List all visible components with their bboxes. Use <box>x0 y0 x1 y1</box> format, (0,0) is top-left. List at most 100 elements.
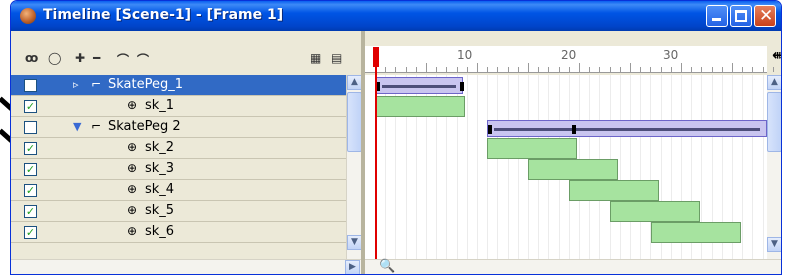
frame-grid-line <box>619 75 621 261</box>
ruler-tick <box>456 67 458 72</box>
pose-span[interactable] <box>528 159 618 180</box>
layer-checkbox[interactable] <box>24 121 37 134</box>
layer-label: sk_6 <box>145 224 175 239</box>
layer-row-sk-2[interactable]: ✓ ⊕ sk_2 <box>11 138 346 159</box>
playhead-line <box>375 65 377 261</box>
scroll-down-icon[interactable]: ▼ <box>347 235 362 250</box>
frames-hscrollbar[interactable] <box>365 259 781 274</box>
onion-skin-icon[interactable]: ꝏ <box>25 51 38 65</box>
pose-span[interactable] <box>651 222 741 243</box>
close-button[interactable]: ✕ <box>754 5 776 27</box>
armature-span[interactable] <box>375 77 464 94</box>
frame-grid-line <box>762 75 764 261</box>
ruler-tick <box>681 63 682 72</box>
layer-checkbox[interactable]: ✓ <box>24 184 37 197</box>
layer-label: sk_2 <box>145 140 175 155</box>
ruler-label: 10 <box>457 48 473 62</box>
bone-icon: ⊕ <box>127 224 138 238</box>
ruler-tick <box>426 63 427 72</box>
bone-settings-icon[interactable]: ▦ <box>310 51 321 65</box>
add-folder-icon[interactable]: ⌒ <box>137 51 149 68</box>
ruler-tick <box>640 67 642 72</box>
ruler-tick <box>650 67 652 72</box>
keyframe-marker <box>488 125 492 134</box>
add-guide-icon[interactable]: ⌒ <box>117 51 129 68</box>
layer-properties-icon[interactable]: ▤ <box>331 51 342 65</box>
pose-span[interactable] <box>375 96 465 117</box>
frame-grid-line <box>497 75 499 261</box>
scroll-thumb[interactable] <box>767 92 781 152</box>
frames-scrollbar[interactable]: ▲ ▼ <box>767 75 781 261</box>
maximize-button[interactable] <box>730 5 752 27</box>
ruler-tick <box>701 67 703 72</box>
ruler-tick <box>619 67 621 72</box>
frame-grid-line <box>630 75 631 261</box>
expand-icon[interactable]: ▹ <box>73 78 79 91</box>
playhead[interactable] <box>373 47 379 67</box>
outline-icon[interactable]: ◯ <box>48 51 61 65</box>
scroll-down-icon[interactable]: ▼ <box>767 237 781 252</box>
frame-grid[interactable] <box>365 75 767 261</box>
layer-row-sk-1[interactable]: ✓ ⊕ sk_1 <box>11 96 346 117</box>
ruler-tick <box>660 67 662 72</box>
layer-label: sk_4 <box>145 182 175 197</box>
ruler-tick <box>405 67 407 72</box>
ruler-tick <box>742 67 744 72</box>
scroll-thumb[interactable] <box>347 92 362 152</box>
ruler-tick <box>691 67 693 72</box>
ruler-tick <box>415 67 417 72</box>
layer-scrollbar[interactable]: ▲ ▼ <box>346 75 362 259</box>
ruler-tick <box>507 67 509 72</box>
bone-icon: ⊕ <box>127 140 138 154</box>
title-bar[interactable]: Timeline [Scene-1] - [Frame 1] ✕ <box>11 1 781 31</box>
scroll-right-icon[interactable]: ▶ <box>345 260 360 274</box>
scroll-up-icon[interactable]: ▲ <box>767 75 781 90</box>
layer-row-skatepeg-1[interactable]: ▹ ⌐ SkatePeg_1 <box>11 75 346 96</box>
layer-label: sk_1 <box>145 98 175 113</box>
armature-icon: ⌐ <box>91 77 102 91</box>
minimize-icon <box>712 18 721 21</box>
armature-span[interactable] <box>487 120 767 137</box>
layer-row-sk-6[interactable]: ✓ ⊕ sk_6 <box>11 222 346 243</box>
pose-span[interactable] <box>487 138 577 159</box>
frame-grid-line <box>487 75 489 261</box>
ruler-tick <box>558 67 560 72</box>
frame-grid-line <box>742 75 744 261</box>
layer-row-skatepeg-2[interactable]: ▼ ⌐ SkatePeg 2 <box>11 117 346 138</box>
minimize-button[interactable] <box>706 5 728 27</box>
pose-span[interactable] <box>569 180 659 201</box>
expand-icon[interactable]: ▼ <box>73 120 81 133</box>
window-title: Timeline [Scene-1] - [Frame 1] <box>43 7 284 23</box>
maximize-icon <box>735 10 747 22</box>
frame-ruler[interactable]: 10 20 30 <box>365 46 774 73</box>
layer-row-sk-5[interactable]: ✓ ⊕ sk_5 <box>11 201 346 222</box>
ruler-tick <box>721 67 723 72</box>
flash-icon <box>20 8 36 24</box>
layer-checkbox[interactable]: ✓ <box>24 100 37 113</box>
layer-checkbox[interactable]: ✓ <box>24 226 37 239</box>
ruler-tick <box>772 67 774 72</box>
remove-layer-icon[interactable]: ━ <box>93 51 100 65</box>
add-layer-icon[interactable]: ✚ <box>75 51 85 65</box>
bone-icon: ⊕ <box>127 182 138 196</box>
layer-hscrollbar[interactable]: ▶ <box>11 259 361 274</box>
scroll-up-icon[interactable]: ▲ <box>347 75 362 90</box>
ruler-tick <box>732 63 733 72</box>
center-frame-icon[interactable]: ⇼ <box>772 46 781 64</box>
zoom-icon[interactable]: 🔍 <box>379 259 395 274</box>
keyframe-marker <box>572 125 576 134</box>
ruler-tick <box>609 67 611 72</box>
ruler-tick <box>436 67 438 72</box>
ruler-tick <box>538 67 540 72</box>
ruler-tick <box>762 67 764 72</box>
layer-checkbox[interactable] <box>24 79 37 92</box>
layer-checkbox[interactable]: ✓ <box>24 205 37 218</box>
layer-row-sk-4[interactable]: ✓ ⊕ sk_4 <box>11 180 346 201</box>
layer-toolbar <box>11 31 361 75</box>
ruler-tick <box>752 67 754 72</box>
layer-checkbox[interactable]: ✓ <box>24 163 37 176</box>
layer-label: sk_5 <box>145 203 175 218</box>
layer-row-sk-3[interactable]: ✓ ⊕ sk_3 <box>11 159 346 180</box>
pose-span[interactable] <box>610 201 700 222</box>
layer-checkbox[interactable]: ✓ <box>24 142 37 155</box>
